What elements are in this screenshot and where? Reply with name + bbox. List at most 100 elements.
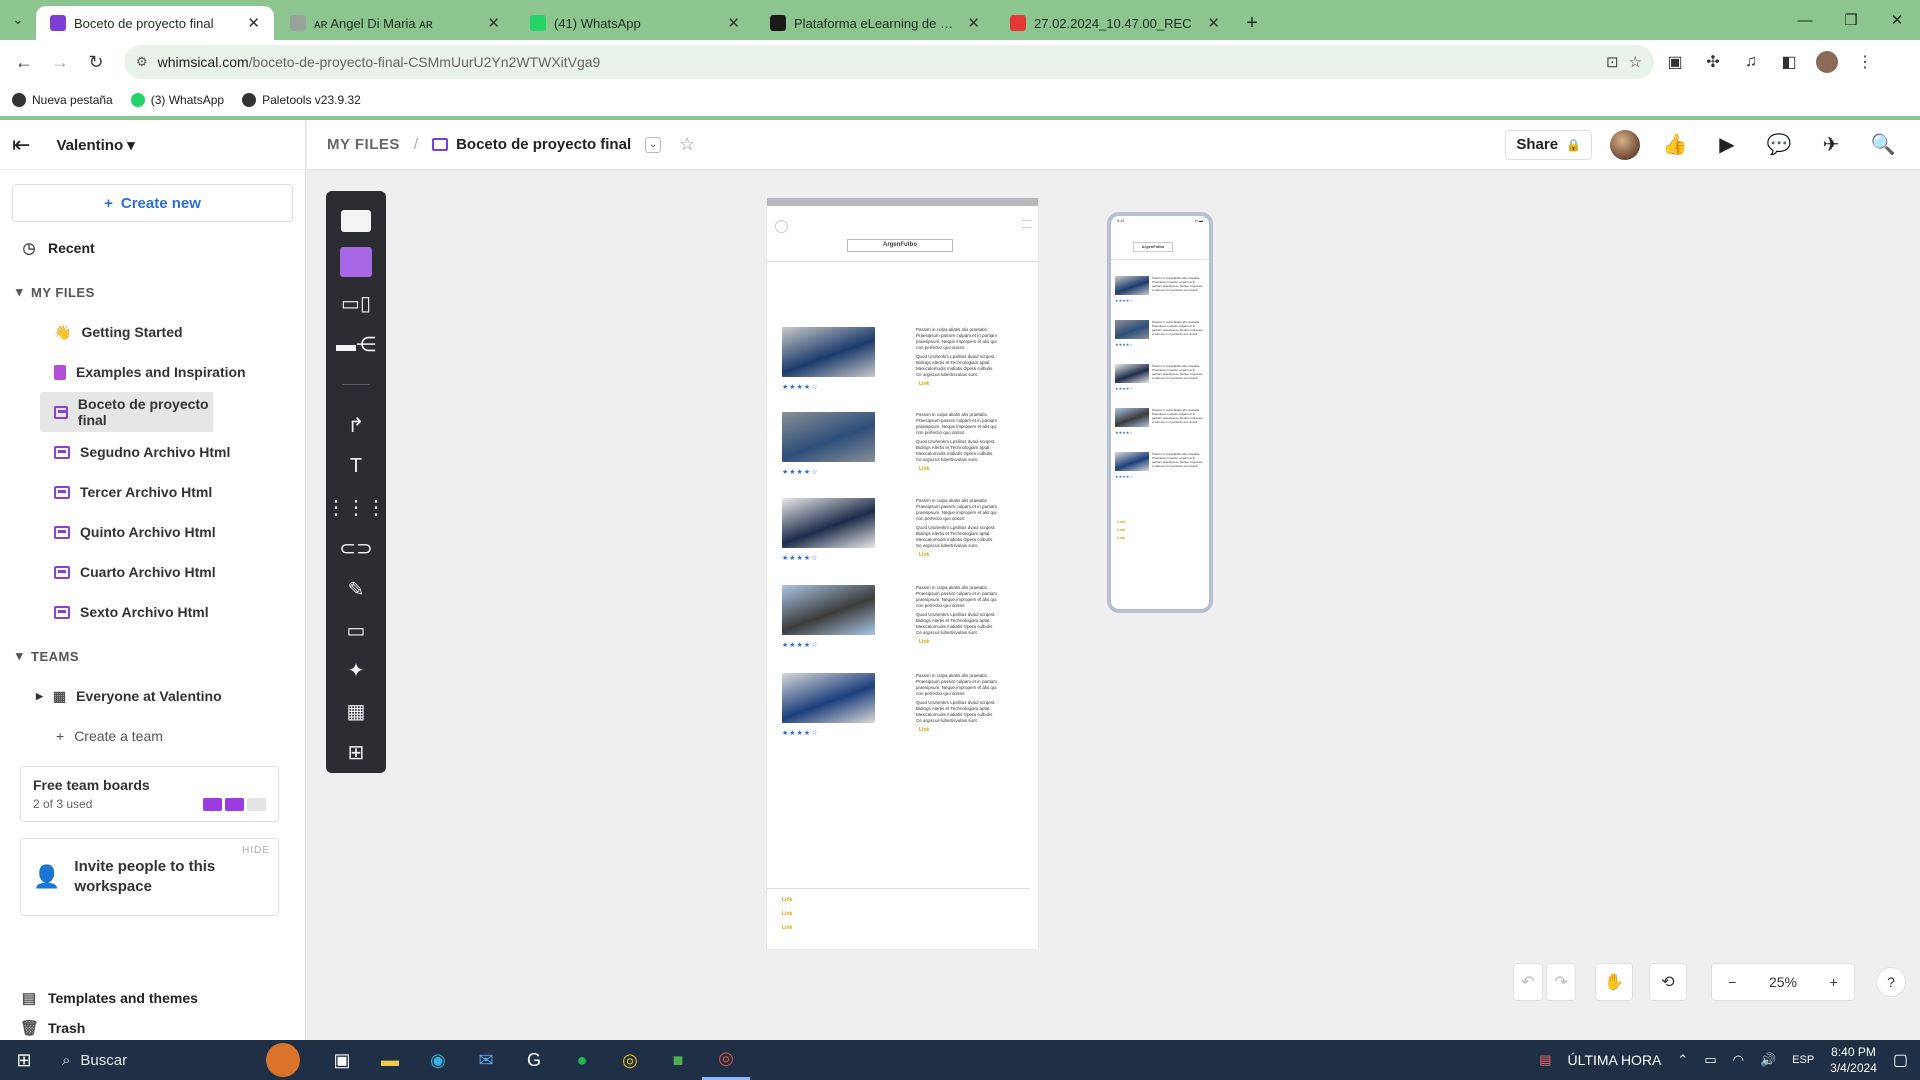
close-tab-icon[interactable]: ✕	[1207, 14, 1220, 32]
phone-player-card[interactable]: ★★★★☆ Passim in culpa aliatis alis praet…	[1115, 364, 1207, 400]
phone-player-card[interactable]: ★★★★☆ Passim in culpa aliatis alis praet…	[1115, 276, 1207, 312]
sticky-note-tool-icon[interactable]	[336, 242, 376, 283]
close-tab-icon[interactable]: ✕	[967, 14, 980, 32]
phone-player-card[interactable]: ★★★★☆ Passim in culpa aliatis alis praet…	[1115, 408, 1207, 444]
reload-icon[interactable]: ↻	[80, 46, 112, 78]
wireframe-player-card[interactable]: ★★★★☆ Passim in culpa aliatis alis praet…	[782, 673, 1032, 743]
wireframe-desktop-page[interactable]: ArgenFutbo ★★★★☆ Passim in culpa aliatis…	[767, 198, 1038, 949]
sidebar-file-item[interactable]: Examples and Inspiration	[0, 352, 305, 392]
forward-icon[interactable]: →	[44, 46, 76, 78]
wireframe-player-card[interactable]: ★★★★☆ Passim in culpa aliatis alis praet…	[782, 327, 1032, 397]
shapes-grid-tool-icon[interactable]: ⋮⋮⋮	[326, 487, 386, 528]
browser-tab[interactable]: Plataforma eLearning de Coder ✕	[756, 6, 994, 40]
address-bar[interactable]: ⚙ whimsical.com/boceto-de-proyecto-final…	[124, 45, 1654, 79]
sidebar-item-recent[interactable]: ◷ Recent	[0, 228, 305, 268]
undo-button[interactable]: ↶	[1513, 963, 1543, 1001]
wireframe-player-card[interactable]: ★★★★☆ Passim in culpa aliatis alis praet…	[782, 585, 1032, 655]
restore-icon[interactable]: ❐	[1828, 0, 1874, 40]
phone-player-card[interactable]: ★★★★☆ Passim in culpa aliatis alis praet…	[1115, 320, 1207, 356]
browser-tab[interactable]: Boceto de proyecto final ✕	[36, 6, 274, 40]
ai-sparkle-tool-icon[interactable]: ✦	[336, 650, 376, 691]
collapse-sidebar-icon[interactable]: ⇤	[12, 132, 30, 158]
side-panel-icon[interactable]: ◧	[1772, 46, 1806, 78]
chevron-up-icon[interactable]: ⌃	[1677, 1052, 1688, 1068]
sidebar-file-item[interactable]: Sexto Archivo Html	[0, 592, 305, 632]
player-link[interactable]: Link	[919, 552, 929, 558]
connector-tool-icon[interactable]: ↱	[336, 405, 376, 446]
task-view-icon[interactable]: ▣	[318, 1040, 366, 1080]
notifications-icon[interactable]: ▢	[1893, 1050, 1908, 1070]
file-options-dropdown[interactable]: ⌄	[645, 136, 662, 153]
browser-tab[interactable]: 27.02.2024_10.47.00_REC ✕	[996, 6, 1234, 40]
footer-link[interactable]: Link	[782, 911, 1030, 917]
mindmap-tool-icon[interactable]: ▬⋲	[336, 324, 376, 365]
hand-tool-icon[interactable]: ✋	[1595, 963, 1633, 1001]
extensions-puzzle-icon[interactable]: ✣	[1696, 46, 1730, 78]
zoom-in-button[interactable]: +	[1830, 974, 1838, 990]
board-canvas[interactable]: ▭▯ ▬⋲ ↱ T ⋮⋮⋮ ⊂⊃ ✎ ▭ ✦ ▦ ⊞ ArgenFutbo ★★…	[307, 170, 1920, 1040]
spotify-icon[interactable]: ●	[558, 1040, 606, 1080]
zoom-level[interactable]: 25%	[1769, 974, 1797, 990]
wireframe-tool-icon[interactable]: ▭▯	[336, 283, 376, 324]
templates-tool-icon[interactable]: ▦	[336, 691, 376, 732]
taskbar-search[interactable]: ⌕ Buscar	[48, 1040, 248, 1080]
tab-search-button[interactable]: ⌄	[0, 0, 36, 40]
news-widget-icon[interactable]	[248, 1040, 318, 1080]
file-explorer-icon[interactable]: ▬	[366, 1040, 414, 1080]
bookmark-item[interactable]: Nueva pestaña	[12, 93, 113, 107]
player-link[interactable]: Link	[919, 639, 929, 645]
thumbs-up-icon[interactable]: 👍	[1658, 128, 1692, 162]
extension-icon[interactable]: ▣	[1658, 46, 1692, 78]
free-team-boards-card[interactable]: Free team boards 2 of 3 used	[20, 766, 279, 822]
breadcrumb-file[interactable]: Boceto de proyecto final	[432, 136, 631, 153]
close-tab-icon[interactable]: ✕	[727, 14, 740, 32]
wireframe-player-card[interactable]: ★★★★☆ Passim in culpa aliatis alis praet…	[782, 412, 1032, 482]
card-tool-icon[interactable]	[336, 201, 376, 242]
comments-icon[interactable]: 💬	[1762, 128, 1796, 162]
sidebar-file-item[interactable]: Cuarto Archivo Html	[0, 552, 305, 592]
network-icon[interactable]: ▭	[1704, 1052, 1716, 1068]
bookmark-item[interactable]: (3) WhatsApp	[130, 93, 224, 107]
sidebar-file-item[interactable]: 👋 Getting Started	[0, 312, 305, 352]
minimize-icon[interactable]: —	[1782, 0, 1828, 40]
install-app-icon[interactable]: ⊡	[1606, 53, 1619, 71]
phone-footer-link[interactable]: Link	[1117, 535, 1125, 540]
player-link[interactable]: Link	[919, 381, 929, 387]
browser-menu-icon[interactable]: ⋮	[1848, 46, 1882, 78]
browser-tab[interactable]: (41) WhatsApp ✕	[516, 6, 754, 40]
footer-link[interactable]: Link	[782, 897, 1030, 903]
create-new-button[interactable]: + Create new	[12, 184, 293, 222]
close-tab-icon[interactable]: ✕	[487, 14, 500, 32]
search-icon[interactable]: 🔍	[1866, 128, 1900, 162]
create-team-button[interactable]: + Create a team	[0, 716, 305, 756]
present-icon[interactable]: ▶	[1710, 128, 1744, 162]
user-avatar[interactable]	[1610, 129, 1640, 160]
edge-icon[interactable]: ◉	[414, 1040, 462, 1080]
mail-icon[interactable]: ✉	[462, 1040, 510, 1080]
link-tool-icon[interactable]: ⊂⊃	[336, 528, 376, 569]
chrome-active-icon[interactable]: ◎	[702, 1040, 750, 1080]
browser-tab[interactable]: ᴀʀ Angel Di Maria ᴀʀ ✕	[276, 6, 514, 40]
close-window-icon[interactable]: ✕	[1874, 0, 1920, 40]
sidebar-file-item[interactable]: Tercer Archivo Html	[0, 472, 305, 512]
invite-card[interactable]: HIDE 👤 Invite people to this workspace	[20, 838, 279, 916]
breadcrumb-root[interactable]: MY FILES	[327, 136, 400, 153]
wireframe-mobile-frame[interactable]: 9:41 ▪▪ ▬ ArgenFutbo ★★★★☆ Passim in culp…	[1107, 212, 1213, 613]
player-link[interactable]: Link	[919, 727, 929, 733]
insert-more-tool-icon[interactable]: ⊞	[336, 732, 376, 773]
text-tool-icon[interactable]: T	[336, 446, 376, 487]
news-icon[interactable]: ▤	[1539, 1052, 1551, 1068]
share-button[interactable]: Share 🔒	[1505, 129, 1592, 160]
clock[interactable]: 8:40 PM 3/4/2024	[1830, 1044, 1877, 1076]
redo-button[interactable]: ↷	[1546, 963, 1576, 1001]
player-link[interactable]: Link	[919, 466, 929, 472]
close-tab-icon[interactable]: ✕	[247, 14, 260, 32]
wireframe-player-card[interactable]: ★★★★☆ Passim in culpa aliatis alis praet…	[782, 498, 1032, 568]
volume-icon[interactable]: 🔊	[1760, 1052, 1776, 1068]
my-files-section[interactable]: ▾ MY FILES	[0, 272, 305, 312]
sidebar-file-item[interactable]: Segudno Archivo Html	[0, 432, 305, 472]
trash-button[interactable]: 🗑 Trash	[0, 1016, 306, 1040]
footer-link[interactable]: Link	[782, 925, 1030, 931]
windows-start-icon[interactable]: ⊞	[0, 1040, 48, 1080]
favorite-star-icon[interactable]: ☆	[679, 134, 695, 155]
